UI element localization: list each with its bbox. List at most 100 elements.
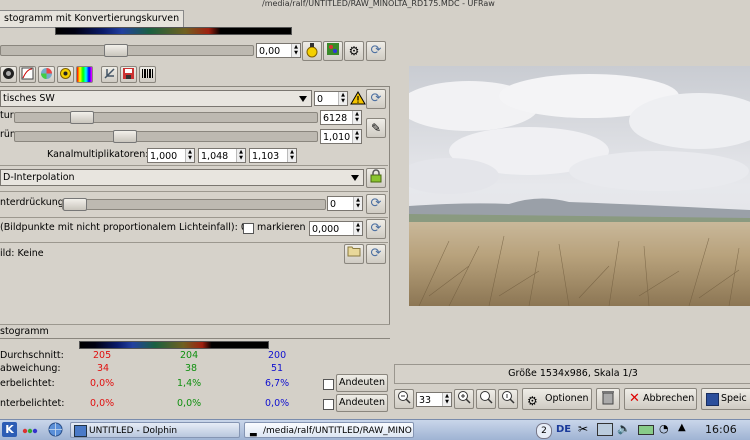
hotpixel-mark-label: markieren xyxy=(257,222,306,233)
denoise-slider-knob[interactable] xyxy=(63,198,87,211)
indicate-overexposed-button[interactable]: Andeuten xyxy=(336,374,388,392)
task-dolphin[interactable]: UNTITLED - Dolphin xyxy=(70,422,240,438)
keyboard-layout[interactable]: DE xyxy=(556,423,571,437)
hotpixel-input[interactable]: 0,000 ▲ ▼ xyxy=(309,221,363,236)
channel-multipliers-label: Kanalmultiplikatoren: xyxy=(47,149,149,160)
zoom-input[interactable]: 33 ▲ ▼ xyxy=(416,392,452,407)
indicate-underexposed-button[interactable]: Andeuten xyxy=(336,394,388,412)
underexposed-checkbox[interactable] xyxy=(323,399,334,410)
green-slider-knob[interactable] xyxy=(113,130,137,143)
histogram-curve-label: stogramm mit Konvertierungskurven xyxy=(0,10,185,28)
battery-icon[interactable] xyxy=(638,425,654,435)
stat-g-underexposed: 0,0% xyxy=(177,398,202,409)
stat-r-stddev: 34 xyxy=(97,363,110,374)
tab-color-icon[interactable] xyxy=(38,66,55,83)
stats-histogram xyxy=(79,341,269,349)
temperature-input[interactable]: 6128 ▲ ▼ xyxy=(320,110,362,125)
dolphin-icon xyxy=(74,425,87,437)
monitor-icon[interactable] xyxy=(597,423,613,436)
green-input[interactable]: 1,010 ▲ ▼ xyxy=(320,129,362,144)
denoise-label: nterdrückung xyxy=(0,197,64,208)
stat-b-underexposed: 0,0% xyxy=(265,398,290,409)
temperature-slider[interactable] xyxy=(14,112,318,123)
tab-save-icon[interactable] xyxy=(120,66,137,83)
interpolation-combo[interactable]: D-Interpolation xyxy=(0,169,364,186)
multiplier-b-input[interactable]: 1,103 ▲ ▼ xyxy=(249,148,297,163)
multiplier-r-input[interactable]: 1,000 ▲ ▼ xyxy=(147,148,195,163)
cancel-button[interactable]: ✕ Abbrechen xyxy=(624,388,697,410)
notification-badge[interactable]: 2 xyxy=(536,423,552,439)
preview-image xyxy=(409,66,750,306)
refresh-wb-button[interactable]: ⟳ xyxy=(366,89,386,109)
denoise-input[interactable]: 0 ▲ ▼ xyxy=(327,196,363,211)
tray-arrow-icon[interactable]: ▲ xyxy=(678,422,686,433)
tab-crop-icon[interactable] xyxy=(101,66,118,83)
refresh-denoise-button[interactable]: ⟳ xyxy=(366,194,386,214)
denoise-slider[interactable] xyxy=(62,199,326,210)
temperature-label: tur xyxy=(0,110,14,121)
hotpixel-label: (Bildpunkte mit nicht proportionalem Lic… xyxy=(0,222,247,233)
window-titlebar: /media/ralf/UNTITLED/RAW_MINOLTA_RD175.M… xyxy=(0,0,750,9)
auto-exposure-button[interactable] xyxy=(302,41,322,61)
separator xyxy=(0,165,388,166)
clock[interactable]: 16:06 xyxy=(705,423,737,436)
clip-button[interactable] xyxy=(323,41,343,61)
delete-button[interactable] xyxy=(596,388,620,410)
wb-picker-button[interactable]: ✎ xyxy=(366,118,386,138)
options-button[interactable]: ⚙ Optionen xyxy=(522,388,592,410)
taskbar: K UNTITLED - Dolphin ▬/media/ralf/UNTITL… xyxy=(0,419,750,440)
stat-label-underexposed: nterbelichtet: xyxy=(0,398,65,409)
task-ufraw[interactable]: ▬/media/ralf/UNTITLED/RAW_MINO xyxy=(244,422,414,438)
stat-r-overexposed: 0,0% xyxy=(90,378,115,389)
exposure-slider-knob[interactable] xyxy=(104,44,128,57)
separator xyxy=(0,324,390,325)
preview-size-label: Größe 1534x986, Skala 1/3 xyxy=(508,368,638,379)
refresh-darkframe-button[interactable]: ⟳ xyxy=(366,244,386,264)
tab-lightness-icon[interactable] xyxy=(57,66,74,83)
tab-base-icon[interactable] xyxy=(0,66,17,83)
tab-curve-icon[interactable] xyxy=(19,66,36,83)
kde-menu-icon[interactable]: K xyxy=(2,422,17,437)
wifi-icon[interactable]: ◔ xyxy=(659,422,669,435)
wb-fine-tune[interactable]: 0 ▲ ▼ xyxy=(314,91,348,106)
temperature-slider-knob[interactable] xyxy=(70,111,94,124)
separator xyxy=(0,242,388,243)
zoom-fit-button[interactable] xyxy=(476,389,496,409)
wb-preset-combo[interactable]: tisches SW xyxy=(0,90,312,107)
refresh-exposure-button[interactable]: ⟳ xyxy=(366,41,386,61)
interpolation-lock-button[interactable] xyxy=(366,168,386,188)
ufraw-icon: ▬ xyxy=(249,430,258,438)
preview-status-bar: Größe 1534x986, Skala 1/3 xyxy=(394,364,750,384)
zoom-in-button[interactable] xyxy=(454,389,474,409)
save-button[interactable]: Speic xyxy=(701,388,750,410)
overexposed-checkbox[interactable] xyxy=(323,379,334,390)
darkframe-label: ild: Keine xyxy=(0,248,44,259)
refresh-hotpixel-button[interactable]: ⟳ xyxy=(366,219,386,239)
scissors-icon[interactable]: ✂ xyxy=(578,422,588,436)
volume-icon[interactable]: 🔈 xyxy=(617,422,631,435)
settings-gears-button[interactable]: ⚙ xyxy=(344,41,364,61)
zoom-100-button[interactable] xyxy=(498,389,518,409)
multiplier-g-input[interactable]: 1,048 ▲ ▼ xyxy=(198,148,246,163)
stat-b-stddev: 51 xyxy=(271,363,284,374)
exposure-input[interactable]: 0,00 ▲ ▼ xyxy=(256,43,301,58)
tab-spectrum-icon[interactable] xyxy=(76,66,93,83)
stat-g-overexposed: 1,4% xyxy=(177,378,202,389)
separator xyxy=(0,217,388,218)
stat-label-stddev: abweichung: xyxy=(0,363,61,374)
zoom-out-button[interactable] xyxy=(394,389,414,409)
hotpixel-mark-checkbox[interactable] xyxy=(243,223,254,234)
stat-r-underexposed: 0,0% xyxy=(90,398,115,409)
stat-g-mean: 204 xyxy=(180,350,199,361)
window-title: /media/ralf/UNTITLED/RAW_MINOLTA_RD175.M… xyxy=(262,0,495,8)
activity-dots-icon[interactable] xyxy=(22,426,38,434)
green-slider[interactable] xyxy=(14,131,318,142)
stat-b-mean: 200 xyxy=(268,350,287,361)
open-folder-button[interactable] xyxy=(344,244,364,264)
stat-b-overexposed: 6,7% xyxy=(265,378,290,389)
globe-icon[interactable] xyxy=(48,422,63,437)
tab-exif-icon[interactable] xyxy=(139,66,156,83)
stats-title: stogramm xyxy=(0,326,49,337)
options-icon: ⚙ xyxy=(527,394,538,408)
stat-label-overexposed: erbelichtet: xyxy=(0,378,55,389)
